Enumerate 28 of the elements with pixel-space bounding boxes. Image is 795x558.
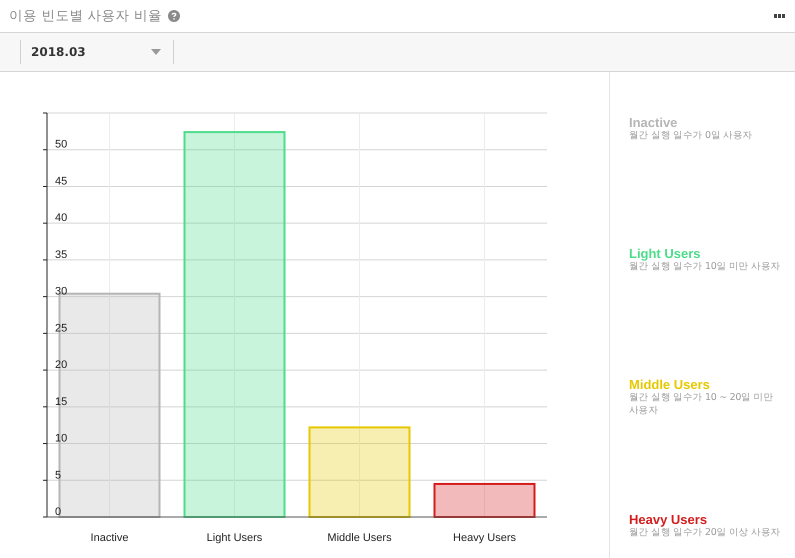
- y-tick-label: 0: [55, 506, 62, 518]
- y-tick-label: 35: [55, 248, 68, 261]
- y-tick-label: 5: [55, 469, 62, 482]
- y-tick-label: 20: [55, 359, 68, 372]
- widget-title: 이용 빈도별 사용자 비율: [9, 7, 162, 26]
- y-tick-label: 15: [55, 396, 68, 408]
- legend-description: 월간 실행 일수가 20일 이상 사용자: [629, 526, 781, 540]
- legend-title: Heavy Users: [629, 512, 708, 527]
- legend-description: 월간 실행 일수가 10일 미만 사용자: [629, 261, 781, 274]
- legend-title: Middle Users: [629, 377, 711, 392]
- legend-title: Inactive: [629, 115, 678, 130]
- caret-icon: [151, 49, 161, 56]
- x-tick-label: Inactive: [90, 532, 128, 544]
- x-tick-label: Light Users: [206, 532, 262, 544]
- month-dropdown[interactable]: 2018.03: [20, 40, 174, 64]
- y-tick-label: 45: [55, 175, 68, 188]
- legend-description: 월간 실행 일수가 10 ~ 20일 미만 사용자: [629, 392, 774, 417]
- y-tick-label: 40: [55, 212, 68, 224]
- legend-title: Light Users: [629, 246, 702, 262]
- y-tick-label: 25: [55, 322, 68, 334]
- more-icon[interactable]: [774, 14, 785, 18]
- legend-description: 월간 실행 일수가 0일 사용자: [629, 130, 754, 142]
- x-tick-label: Heavy Users: [453, 532, 516, 544]
- y-tick-label: 50: [55, 138, 68, 151]
- y-tick-label: 10: [55, 432, 68, 445]
- help-icon[interactable]: [168, 10, 180, 22]
- y-tick-label: 30: [55, 286, 68, 298]
- x-tick-label: Middle Users: [327, 532, 392, 544]
